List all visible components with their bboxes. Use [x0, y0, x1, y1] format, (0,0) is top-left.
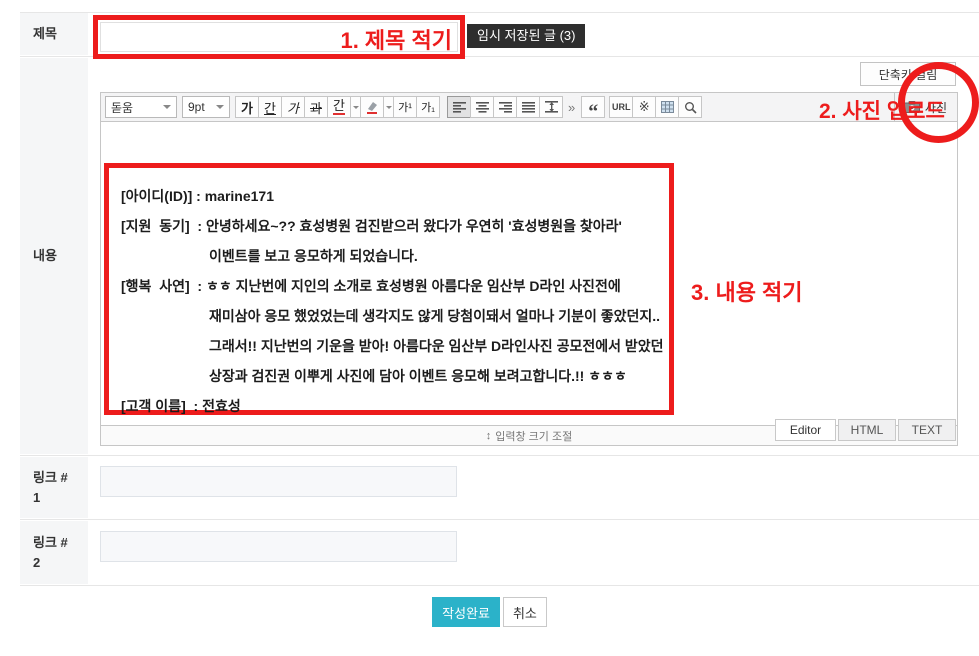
- content-line: 상장과 검진권 이뿌게 사진에 담아 이벤트 응모해 보려고합니다.!! ㅎㅎㅎ: [121, 361, 669, 391]
- submit-button[interactable]: 작성완료: [432, 597, 500, 627]
- quote-icon: “: [588, 99, 598, 116]
- align-left-button[interactable]: [447, 96, 471, 118]
- saved-drafts-tooltip[interactable]: 임시 저장된 글 (3): [467, 24, 585, 48]
- link1-input[interactable]: [100, 466, 457, 497]
- italic-icon: 가: [287, 98, 299, 117]
- underline-icon: 간: [264, 98, 276, 117]
- line-height-icon: [545, 101, 558, 113]
- editor-toolbar: 돋움 9pt 가 간 가 과 간 가¹ 가₁: [100, 92, 958, 122]
- content-line: 이벤트를 보고 응모하게 되었습니다.: [121, 241, 669, 271]
- font-size-select[interactable]: 9pt: [182, 96, 230, 118]
- row-divider: [20, 12, 979, 13]
- highlight-color-button[interactable]: [360, 96, 384, 118]
- content-line: [지원 동기] : 안녕하세요~?? 효성병원 검진받으러 왔다가 우연히 '효…: [121, 211, 669, 241]
- annotation-step2: 2. 사진 업로드: [819, 95, 945, 125]
- font-color-icon: 간: [333, 99, 345, 115]
- shortcut-keys-button[interactable]: 단축키 열림: [860, 62, 956, 86]
- tab-text[interactable]: TEXT: [898, 419, 956, 441]
- align-right-button[interactable]: [493, 96, 517, 118]
- row-divider: [20, 455, 979, 456]
- row-divider: [20, 519, 979, 520]
- bold-icon: 가: [241, 98, 253, 117]
- line-height-button[interactable]: [539, 96, 563, 118]
- special-character-button[interactable]: ※: [632, 96, 656, 118]
- search-button[interactable]: [678, 96, 702, 118]
- font-size-value: 9pt: [188, 100, 205, 114]
- insert-table-button[interactable]: [655, 96, 679, 118]
- font-family-value: 돋움: [111, 99, 133, 116]
- editor-content-area[interactable]: [아이디(ID)] : marine171 [지원 동기] : 안녕하세요~??…: [100, 122, 958, 425]
- tab-editor[interactable]: Editor: [775, 419, 836, 441]
- tab-html[interactable]: HTML: [838, 419, 896, 441]
- align-justify-icon: [522, 102, 535, 113]
- content-text: [아이디(ID)] : marine171 [지원 동기] : 안녕하세요~??…: [121, 181, 669, 421]
- content-line: [고객 이름] : 전효성: [121, 391, 669, 421]
- title-label-text: 제목: [33, 24, 88, 44]
- align-center-button[interactable]: [470, 96, 494, 118]
- title-row-label: 제목: [20, 13, 88, 55]
- resize-label: 입력창 크기 조절: [495, 428, 572, 444]
- link2-label-text: 링크 #: [33, 533, 88, 553]
- url-icon: URL: [612, 102, 631, 112]
- strikethrough-icon: 과: [310, 98, 322, 117]
- link2-row-label: 링크 # 2: [20, 521, 88, 584]
- form-actions: 작성완료 취소: [0, 597, 979, 627]
- table-icon: [661, 101, 674, 113]
- post-editor-page: 제목 내용 링크 # 1 링크 # 2 1. 제목 적기 임시 저장된 글 (3…: [0, 0, 979, 656]
- link1-label-number: 1: [33, 488, 88, 508]
- align-left-icon: [453, 102, 466, 113]
- link1-label-text: 링크 #: [33, 468, 88, 488]
- cancel-button[interactable]: 취소: [503, 597, 547, 627]
- align-center-icon: [476, 102, 489, 113]
- toolbar-expand-button[interactable]: »: [562, 100, 581, 115]
- italic-button[interactable]: 가: [281, 96, 305, 118]
- superscript-icon: 가¹: [398, 99, 412, 115]
- blockquote-button[interactable]: “: [581, 96, 605, 118]
- superscript-button[interactable]: 가¹: [393, 96, 417, 118]
- content-annotation-box: [아이디(ID)] : marine171 [지원 동기] : 안녕하세요~??…: [104, 163, 674, 415]
- content-line: [행복 사연] : ㅎㅎ 지난번에 지인의 소개로 효성병원 아름다운 임산부 …: [121, 271, 669, 301]
- annotation-step1: 1. 제목 적기: [340, 23, 452, 55]
- link2-label-number: 2: [33, 553, 88, 573]
- content-line: [아이디(ID)] : marine171: [121, 181, 669, 211]
- link1-row-label: 링크 # 1: [20, 457, 88, 518]
- font-color-button[interactable]: 간: [327, 96, 351, 118]
- align-justify-button[interactable]: [516, 96, 540, 118]
- chevron-down-icon: [163, 105, 171, 109]
- resize-arrows-icon: ↕: [486, 430, 492, 442]
- align-right-icon: [499, 102, 512, 113]
- link2-input[interactable]: [100, 531, 457, 562]
- underline-button[interactable]: 간: [258, 96, 282, 118]
- link-url-button[interactable]: URL: [609, 96, 633, 118]
- row-divider: [20, 585, 979, 586]
- strikethrough-button[interactable]: 과: [304, 96, 328, 118]
- rich-text-editor: 돋움 9pt 가 간 가 과 간 가¹ 가₁: [100, 92, 958, 446]
- search-icon: [684, 101, 697, 114]
- subscript-button[interactable]: 가₁: [416, 96, 440, 118]
- highlight-marker-icon: [365, 100, 379, 114]
- content-row-label: 내용: [20, 58, 88, 454]
- subscript-icon: 가₁: [421, 99, 435, 115]
- editor-mode-tabs: Editor HTML TEXT: [775, 419, 956, 441]
- font-family-select[interactable]: 돋움: [105, 96, 177, 118]
- bold-button[interactable]: 가: [235, 96, 259, 118]
- chevron-down-icon: [216, 105, 224, 109]
- special-character-icon: ※: [639, 99, 650, 115]
- content-line: 재미삼아 응모 했었었는데 생각지도 않게 당첨이돼서 얼마나 기분이 좋았던지…: [121, 301, 669, 331]
- content-label-text: 내용: [33, 246, 88, 266]
- title-annotation-box: 1. 제목 적기: [93, 15, 465, 59]
- content-line: 그래서!! 지난번의 기운을 받아! 아름다운 임산부 D라인사진 공모전에서 …: [121, 331, 669, 361]
- annotation-step3: 3. 내용 적기: [691, 275, 803, 307]
